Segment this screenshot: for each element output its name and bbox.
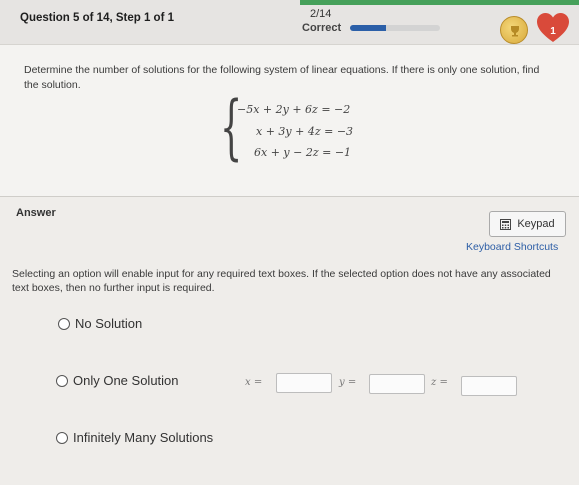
option-no-solution[interactable]: No Solution [58,316,142,331]
keypad-button[interactable]: Keypad [489,211,566,237]
progress-bar [350,25,440,31]
z-label: z = [431,377,448,388]
trophy-coin-icon[interactable] [500,16,528,44]
option-only-one-solution[interactable]: Only One Solution [56,373,179,388]
answer-instructions: Selecting an option will enable input fo… [12,268,551,294]
keyboard-shortcuts-link[interactable]: Keyboard Shortcuts [466,241,558,253]
hearts-count: 1 [550,26,556,37]
equation-3: 6x + y − 2z = −1 [254,146,352,159]
option-infinitely-many-solutions[interactable]: Infinitely Many Solutions [56,430,213,445]
progress-fraction: 2/14 [310,8,332,20]
answer-panel: Answer Keypad Keyboard Shortcuts Selecti… [0,197,579,485]
radio-icon[interactable] [58,317,70,330]
x-label: x = [245,377,263,388]
radio-icon[interactable] [56,431,68,444]
option-label: Infinitely Many Solutions [73,430,214,445]
question-title: Question 5 of 14, Step 1 of 1 [20,12,175,24]
progress-status: Correct [302,22,342,34]
y-label: y = [339,377,357,388]
y-input[interactable] [369,374,425,394]
x-input[interactable] [276,373,332,393]
question-header: Question 5 of 14, Step 1 of 1 2/14 Corre… [0,0,579,44]
keypad-icon [500,218,512,230]
equation-2: x + 3y + 4z = −3 [256,125,354,138]
question-prompt: Determine the number of solutions for th… [24,64,540,91]
keypad-label: Keypad [517,218,555,230]
option-label: Only One Solution [73,373,179,388]
radio-icon[interactable] [56,374,68,387]
z-input[interactable] [461,376,517,396]
progress-bar-fill [350,25,386,31]
trophy-icon [511,26,519,37]
answer-label: Answer [16,207,56,219]
option-label: No Solution [75,316,143,331]
equation-1: −5x + 2y + 6z = −2 [237,103,351,116]
top-progress-stripe [300,0,579,5]
question-panel: Determine the number of solutions for th… [0,44,579,196]
